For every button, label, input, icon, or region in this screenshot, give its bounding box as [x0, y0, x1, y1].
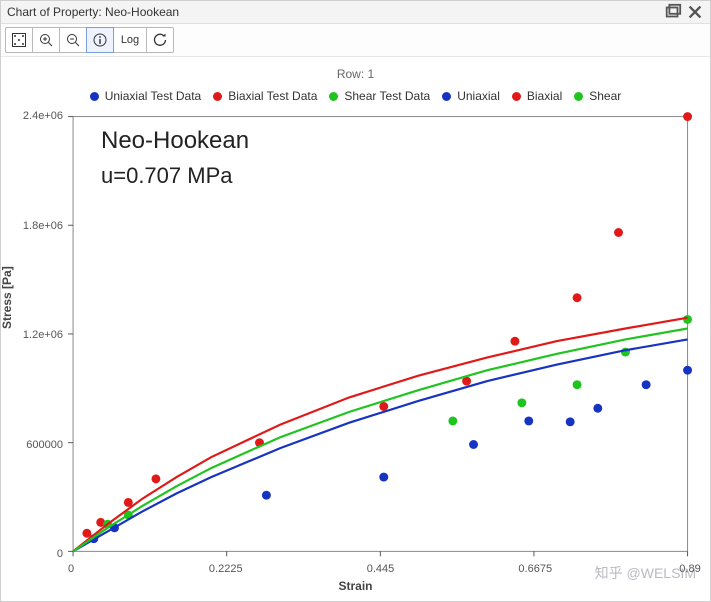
series-point [379, 402, 388, 411]
series-point [683, 366, 692, 375]
log-scale-button[interactable]: Log [114, 27, 146, 53]
zoom-out-button[interactable] [59, 27, 86, 53]
chart-area[interactable]: Row: 1 Uniaxial Test DataBiaxial Test Da… [1, 57, 710, 601]
series-point [82, 529, 91, 538]
chart-annotation: Neo-Hookean u=0.707 MPa [101, 127, 249, 189]
x-tick-label: 0 [51, 563, 91, 575]
y-tick-label: 1.2e+06 [23, 329, 63, 341]
series-point [573, 380, 582, 389]
series-point [566, 417, 575, 426]
series-line [73, 318, 687, 552]
zoom-in-button[interactable] [32, 27, 59, 53]
series-point [469, 440, 478, 449]
y-tick-label: 0 [57, 548, 63, 560]
series-point [379, 473, 388, 482]
series-point [448, 416, 457, 425]
y-tick-label: 2.4e+06 [23, 110, 63, 122]
series-point [573, 293, 582, 302]
y-tick-label: 1.8e+06 [23, 220, 63, 232]
dock-icon[interactable] [664, 4, 682, 20]
series-line [73, 339, 687, 551]
chart-toolbar: Log [1, 24, 710, 57]
x-tick-label: 0.2225 [206, 563, 246, 575]
series-point [524, 416, 533, 425]
series-point [517, 398, 526, 407]
window-title: Chart of Property: Neo-Hookean [7, 5, 660, 19]
x-tick-label: 0.6675 [515, 563, 555, 575]
series-point [614, 228, 623, 237]
info-button[interactable] [86, 27, 114, 53]
series-point [683, 112, 692, 121]
series-point [262, 491, 271, 500]
annotation-line2: u=0.707 MPa [101, 163, 249, 189]
fit-extents-button[interactable] [5, 27, 32, 53]
series-point [593, 404, 602, 413]
series-line [73, 329, 687, 552]
series-point [510, 337, 519, 346]
chart-panel: Chart of Property: Neo-Hookean Log Row: … [0, 0, 711, 602]
x-tick-label: 0.445 [361, 563, 401, 575]
close-icon[interactable] [686, 4, 704, 20]
x-tick-label: 0.89 [670, 563, 710, 575]
y-tick-label: 600000 [26, 439, 63, 451]
series-point [151, 474, 160, 483]
titlebar: Chart of Property: Neo-Hookean [1, 1, 710, 24]
series-point [683, 315, 692, 324]
annotation-line1: Neo-Hookean [101, 127, 249, 155]
series-point [642, 380, 651, 389]
log-scale-label: Log [121, 34, 139, 46]
refresh-button[interactable] [146, 27, 174, 53]
